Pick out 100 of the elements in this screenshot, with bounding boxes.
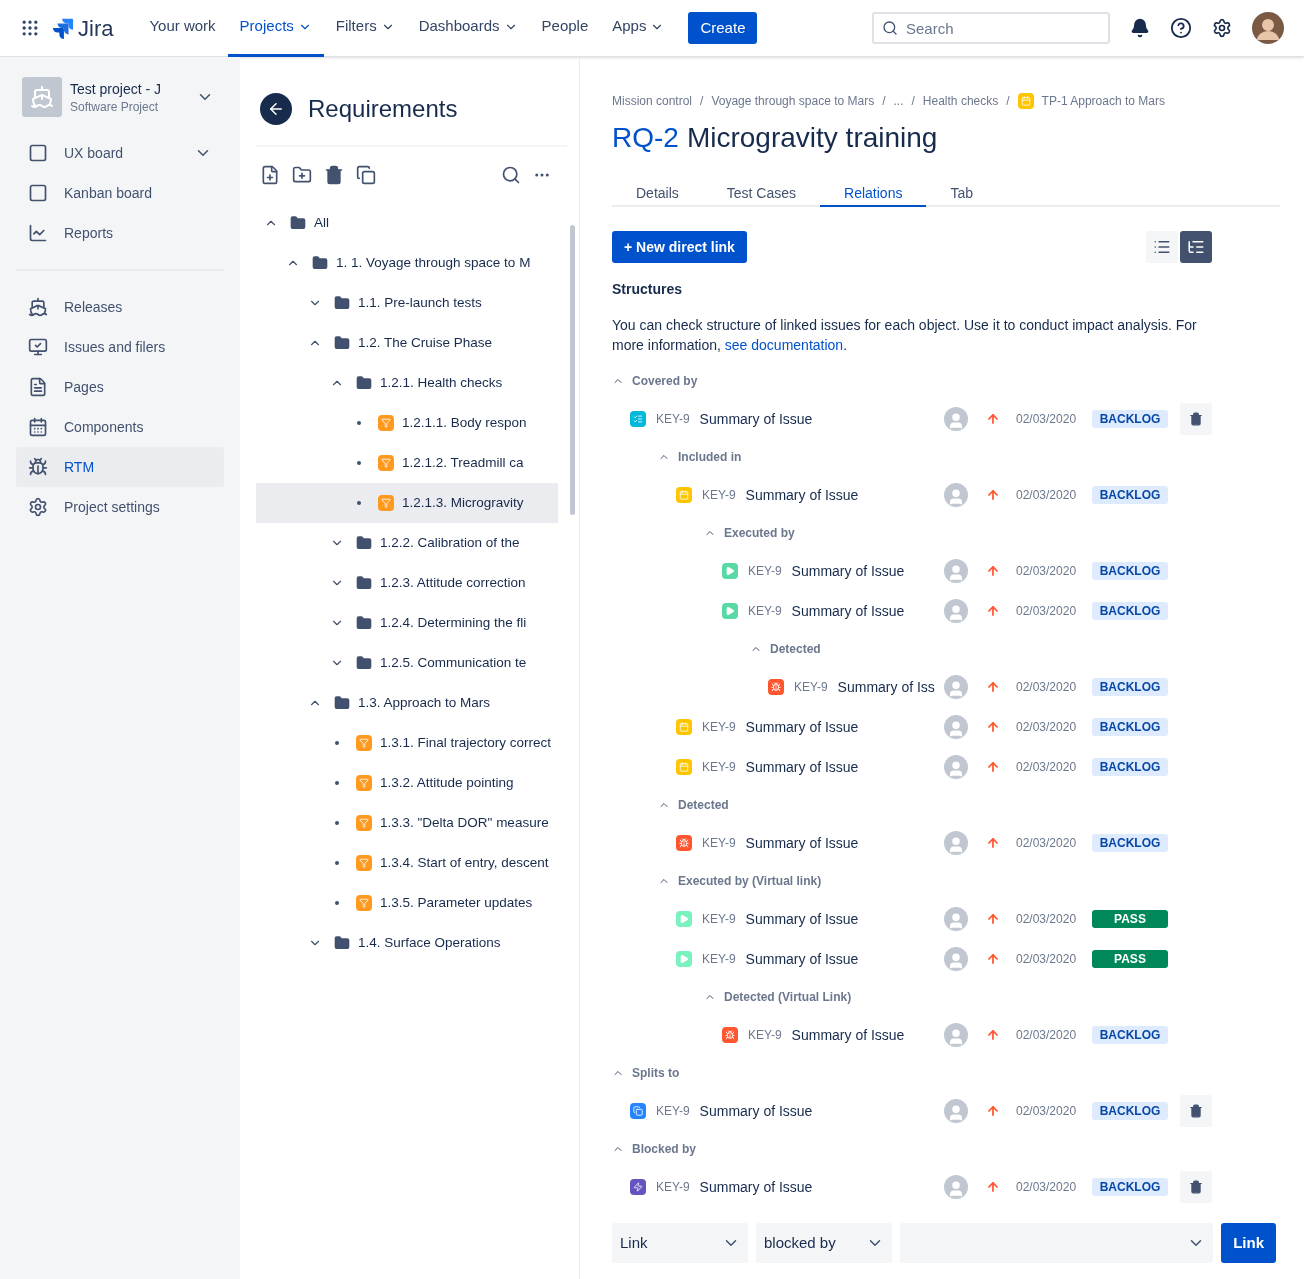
tab[interactable]: Test Cases: [702, 183, 821, 207]
sidebar-item[interactable]: Issues and filers: [16, 327, 224, 367]
sidebar-item[interactable]: Releases: [16, 287, 224, 327]
issue-key: KEY-9: [748, 1027, 782, 1043]
group-toggle[interactable]: Detected: [750, 631, 821, 667]
delete-button[interactable]: [1180, 1095, 1212, 1127]
sidebar-item[interactable]: Components: [16, 407, 224, 447]
new-link-button[interactable]: + New direct link: [612, 231, 747, 263]
trash-icon: [1189, 1104, 1203, 1118]
add-folder-icon[interactable]: [292, 165, 312, 185]
nav-item[interactable]: Your work: [137, 0, 228, 57]
breadcrumb-link[interactable]: Mission control: [612, 93, 693, 109]
issue-key: KEY-9: [748, 603, 782, 619]
bug-icon: [28, 457, 48, 477]
group-toggle[interactable]: Executed by (Virtual link): [658, 863, 822, 899]
issue-date: 02/03/2020: [1016, 719, 1078, 735]
settings-icon[interactable]: [1212, 18, 1232, 38]
status-lozenge: BACKLOG: [1092, 1102, 1168, 1120]
avatar-icon: [944, 559, 968, 583]
issue-date: 02/03/2020: [1016, 679, 1078, 695]
issue-summary[interactable]: Summary of Issue: [791, 1025, 905, 1045]
sidebar-item[interactable]: Reports: [16, 213, 224, 253]
priority-icon: [986, 488, 1000, 502]
scrollbar[interactable]: [570, 225, 575, 515]
group-toggle[interactable]: Detected: [658, 787, 729, 823]
delete-icon[interactable]: [324, 165, 344, 185]
group-toggle[interactable]: Detected (Virtual Link): [704, 979, 852, 1015]
documentation-link[interactable]: see documentation: [724, 337, 844, 353]
tab[interactable]: Relations: [820, 183, 927, 207]
priority-icon: [986, 1028, 1000, 1042]
nav-item[interactable]: Filters: [323, 0, 407, 57]
folder-icon: [290, 215, 306, 231]
select-field[interactable]: blocked by: [756, 1223, 892, 1263]
link-button[interactable]: Link: [1221, 1223, 1276, 1263]
copy-icon[interactable]: [356, 165, 376, 185]
issue-summary[interactable]: Summary of Iss: [837, 677, 935, 697]
create-button[interactable]: Create: [688, 12, 758, 44]
avatar-icon: [944, 907, 968, 931]
folder-icon: [334, 335, 350, 351]
issue-summary[interactable]: Summary of Issue: [745, 757, 859, 777]
filter-icon: [356, 855, 372, 871]
notifications-icon[interactable]: [1130, 18, 1150, 38]
issue-summary[interactable]: Summary of Issue: [745, 833, 859, 853]
sidebar-item[interactable]: Pages: [16, 367, 224, 407]
issue-date: 02/03/2020: [1016, 1027, 1078, 1043]
folder-icon: [356, 615, 372, 631]
avatar-icon: [944, 1023, 968, 1047]
breadcrumb-link[interactable]: TP-1 Approach to Mars: [1041, 93, 1165, 109]
tree-view-button[interactable]: [1180, 231, 1212, 263]
delete-button[interactable]: [1180, 1171, 1212, 1203]
nav-item[interactable]: Projects: [227, 0, 324, 57]
sidebar-item[interactable]: Kanban board: [16, 173, 224, 213]
issue-summary[interactable]: Summary of Issue: [699, 1101, 813, 1121]
sidebar-item[interactable]: Project settings: [16, 487, 224, 527]
breadcrumb-link[interactable]: Health checks: [922, 93, 999, 109]
avatar-icon: [944, 715, 968, 739]
issue-summary[interactable]: Summary of Issue: [791, 561, 905, 581]
tab[interactable]: Tab: [926, 183, 997, 207]
nav-item[interactable]: Apps: [600, 0, 677, 57]
group-toggle[interactable]: Blocked by: [612, 1131, 697, 1167]
add-file-icon[interactable]: [260, 165, 280, 185]
group-toggle[interactable]: Covered by: [612, 363, 698, 399]
issue-summary[interactable]: Summary of Issue: [745, 909, 859, 929]
help-icon[interactable]: [1170, 17, 1192, 39]
issue-summary[interactable]: Summary of Issue: [699, 1177, 813, 1197]
issue-summary[interactable]: Summary of Issue: [699, 409, 813, 429]
issue-summary[interactable]: Summary of Issue: [791, 601, 905, 621]
sidebar-item[interactable]: RTM: [16, 447, 224, 487]
list-view-button[interactable]: [1146, 231, 1178, 263]
section-heading: Structures: [612, 280, 684, 299]
group-toggle[interactable]: Included in: [658, 439, 742, 475]
select-field[interactable]: Link: [612, 1223, 748, 1263]
avatar-icon[interactable]: [1252, 12, 1284, 44]
nav-item[interactable]: Dashboards: [406, 0, 530, 57]
app-switcher-icon[interactable]: [20, 18, 40, 38]
delete-button[interactable]: [1180, 403, 1212, 435]
breadcrumb-link[interactable]: ...: [893, 93, 904, 109]
issue-summary[interactable]: Summary of Issue: [745, 949, 859, 969]
priority-icon: [986, 912, 1000, 926]
tab[interactable]: Details: [636, 183, 703, 207]
search-icon[interactable]: [501, 165, 521, 185]
issue-key: KEY-9: [702, 911, 736, 927]
back-button[interactable]: [260, 93, 292, 125]
priority-icon: [986, 952, 1000, 966]
sidebar-item[interactable]: UX board: [16, 133, 224, 173]
group-toggle[interactable]: Splits to: [612, 1055, 680, 1091]
breadcrumb-link[interactable]: Voyage through space to Mars: [711, 93, 875, 109]
priority-icon: [986, 720, 1000, 734]
issue-summary[interactable]: Summary of Issue: [745, 717, 859, 737]
issue-key-link[interactable]: RQ-2: [612, 117, 679, 159]
tree-item[interactable]: 1.2.1.3. Microgravity: [256, 483, 558, 523]
avatar-icon: [944, 831, 968, 855]
bullet-icon: [335, 861, 339, 865]
search-field[interactable]: Search: [872, 12, 1110, 44]
select-field[interactable]: [900, 1223, 1214, 1263]
issue-date: 02/03/2020: [1016, 759, 1078, 775]
filter-icon: [356, 735, 372, 751]
issue-summary[interactable]: Summary of Issue: [745, 485, 859, 505]
nav-item[interactable]: People: [529, 0, 601, 57]
group-toggle[interactable]: Executed by: [704, 515, 795, 551]
